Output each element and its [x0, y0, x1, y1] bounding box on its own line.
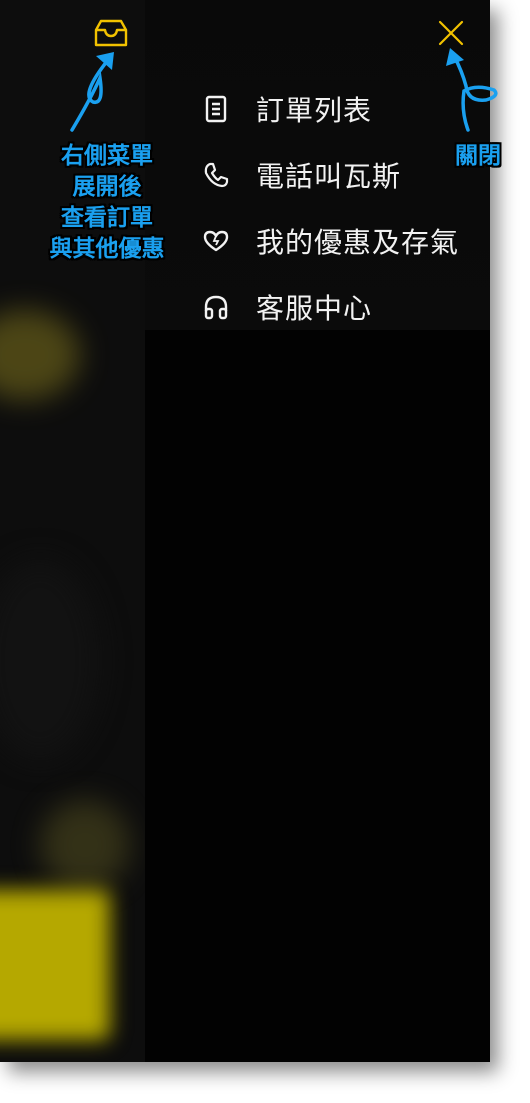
menu-item-label: 我的優惠及存氣: [256, 226, 460, 259]
annotation-line: 與其他優惠: [49, 236, 165, 262]
menu-item-customer-service[interactable]: 客服中心: [200, 274, 490, 340]
close-icon: [438, 20, 464, 46]
phone-icon: [200, 159, 232, 191]
annotation-line: 查看訂單: [61, 205, 153, 231]
close-button[interactable]: [436, 18, 466, 48]
heart-icon: [200, 225, 232, 257]
menu-item-offers[interactable]: 我的優惠及存氣: [200, 208, 490, 274]
menu-item-label: 訂單列表: [256, 94, 373, 127]
annotation-line: 展開後: [72, 174, 142, 200]
inbox-icon[interactable]: [91, 17, 131, 49]
annotation-line: 右側菜單: [61, 143, 153, 169]
annotation-arrow-left: [70, 52, 114, 132]
annotation-right: 關閉: [455, 143, 501, 169]
headphones-icon: [200, 291, 232, 323]
list-icon: [200, 93, 232, 125]
menu-item-label: 客服中心: [256, 292, 373, 325]
annotation-arrow-right: [446, 48, 498, 132]
annotation-left: 右側菜單 展開後 查看訂單 與其他優惠: [33, 141, 181, 265]
menu-item-label: 電話叫瓦斯: [256, 160, 402, 193]
